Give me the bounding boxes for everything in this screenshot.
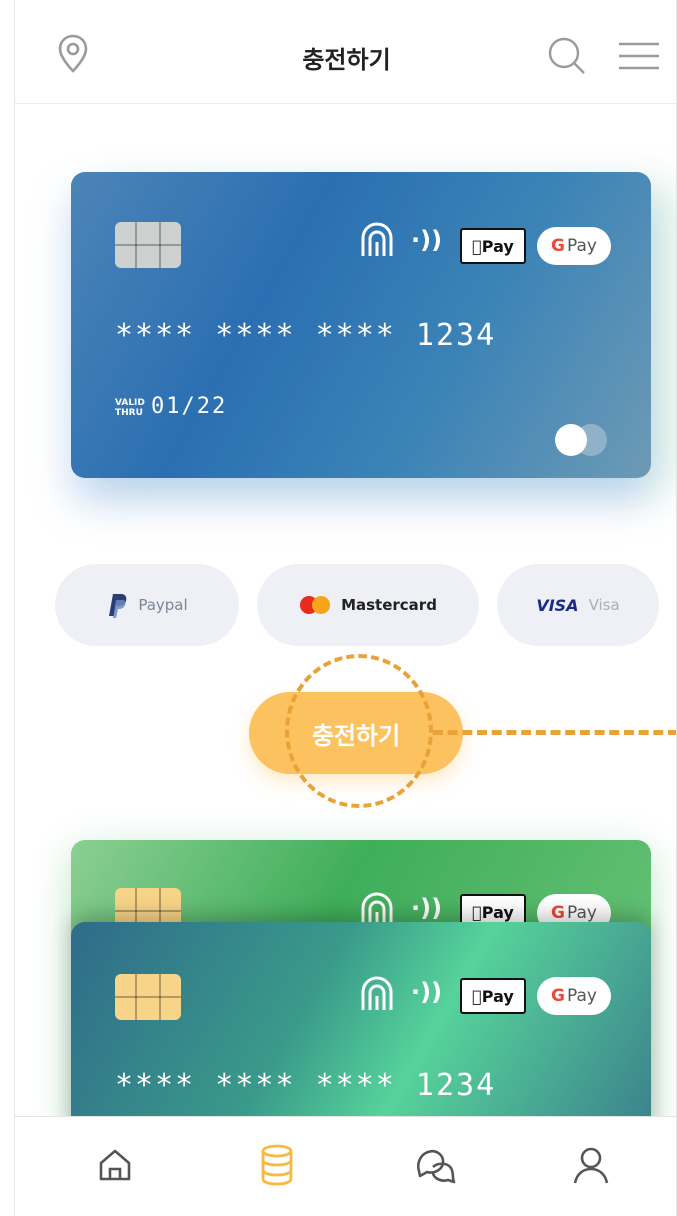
payment-method-visa[interactable]: VISA Visa — [497, 564, 659, 646]
visa-label: Visa — [588, 596, 620, 614]
chip-icon — [115, 974, 181, 1020]
google-pay-badge: G Pay — [537, 977, 611, 1015]
valid-thru-label: VALID THRU — [115, 398, 145, 418]
highlight-ring — [285, 654, 433, 808]
credit-card-blue[interactable]: ·)) Pay GPay **** **** **** 1234 VALIDT… — [71, 172, 651, 478]
bottom-navigation — [15, 1116, 676, 1216]
chip-icon — [115, 222, 181, 268]
visa-icon: VISA — [536, 595, 579, 615]
card-brand-icon — [555, 424, 607, 456]
mastercard-label: Mastercard — [341, 596, 437, 614]
user-icon — [573, 1147, 609, 1184]
nfc-icon — [361, 222, 393, 256]
nav-chat[interactable] — [407, 1135, 467, 1195]
credit-card-teal[interactable]: ·)) Pay GPay **** **** **** 1234 — [71, 922, 651, 1142]
app-header: 충전하기 — [15, 0, 676, 104]
nav-charge[interactable] — [247, 1135, 307, 1195]
chat-icon — [416, 1149, 456, 1184]
google-pay-badge: G Pay — [537, 227, 611, 265]
search-icon[interactable] — [545, 34, 589, 78]
home-icon — [99, 1149, 131, 1181]
nfc-icon — [361, 976, 393, 1010]
contactless-icon: ·)) — [411, 978, 443, 1006]
database-icon — [261, 1144, 293, 1186]
contactless-icon: ·)) — [411, 894, 443, 922]
apple-pay-badge: Pay — [460, 228, 526, 264]
paypal-icon — [109, 594, 127, 618]
payment-method-mastercard[interactable]: Mastercard — [257, 564, 479, 646]
paypal-label: Paypal — [138, 596, 188, 614]
mastercard-icon — [300, 596, 331, 614]
annotation-line — [433, 730, 676, 735]
apple-pay-badge: Pay — [460, 978, 526, 1014]
card-number: **** **** **** 1234 — [115, 318, 497, 353]
payment-method-paypal[interactable]: Paypal — [55, 564, 239, 646]
phone-screen: 충전하기 ·)) Pay GPay **** **** **** 1234 V… — [14, 0, 677, 1216]
nav-profile[interactable] — [561, 1135, 621, 1195]
menu-icon[interactable] — [615, 36, 663, 76]
valid-thru-date: 01/22 — [151, 394, 228, 419]
card-number: **** **** **** 1234 — [115, 1068, 497, 1103]
contactless-icon: ·)) — [411, 226, 443, 254]
nav-home[interactable] — [85, 1135, 145, 1195]
